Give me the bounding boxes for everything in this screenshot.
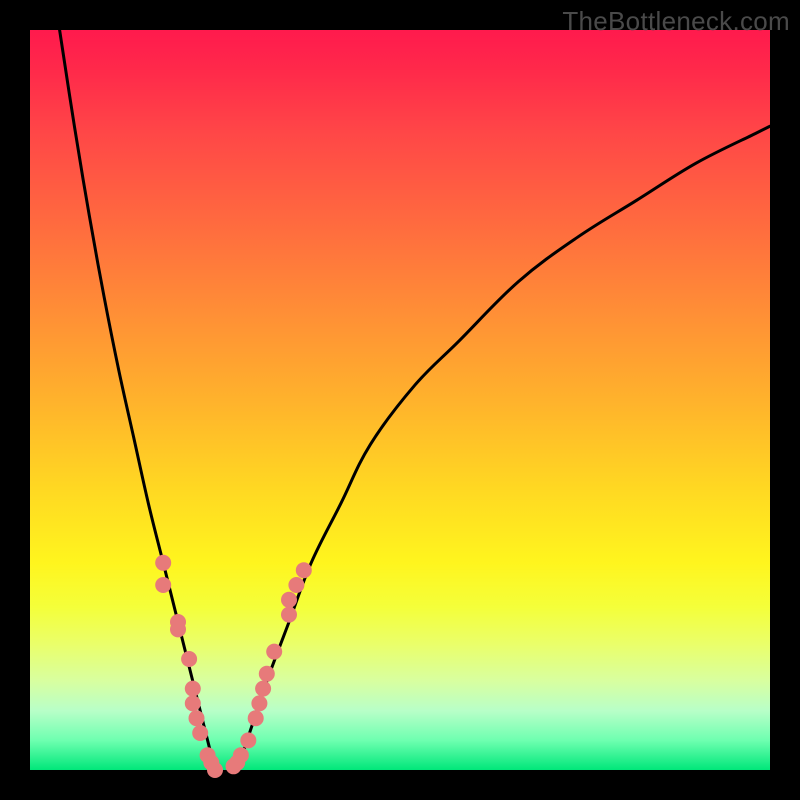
watermark-text: TheBottleneck.com [562, 6, 790, 37]
data-marker [259, 666, 275, 682]
data-marker [185, 681, 201, 697]
data-marker [233, 747, 249, 763]
data-marker [296, 562, 312, 578]
data-marker [155, 555, 171, 571]
chart-svg [30, 30, 770, 770]
data-marker [207, 762, 223, 778]
plot-area [30, 30, 770, 770]
series-right-curve [237, 126, 770, 770]
data-marker [251, 695, 267, 711]
data-marker [189, 710, 205, 726]
data-marker [181, 651, 197, 667]
data-marker [240, 732, 256, 748]
data-marker [170, 621, 186, 637]
data-marker [281, 592, 297, 608]
data-marker [266, 644, 282, 660]
marker-layer [155, 555, 312, 778]
data-marker [281, 607, 297, 623]
chart-frame: TheBottleneck.com [0, 0, 800, 800]
data-marker [288, 577, 304, 593]
data-marker [248, 710, 264, 726]
data-marker [255, 681, 271, 697]
data-marker [155, 577, 171, 593]
curve-layer [60, 30, 770, 770]
data-marker [192, 725, 208, 741]
data-marker [185, 695, 201, 711]
